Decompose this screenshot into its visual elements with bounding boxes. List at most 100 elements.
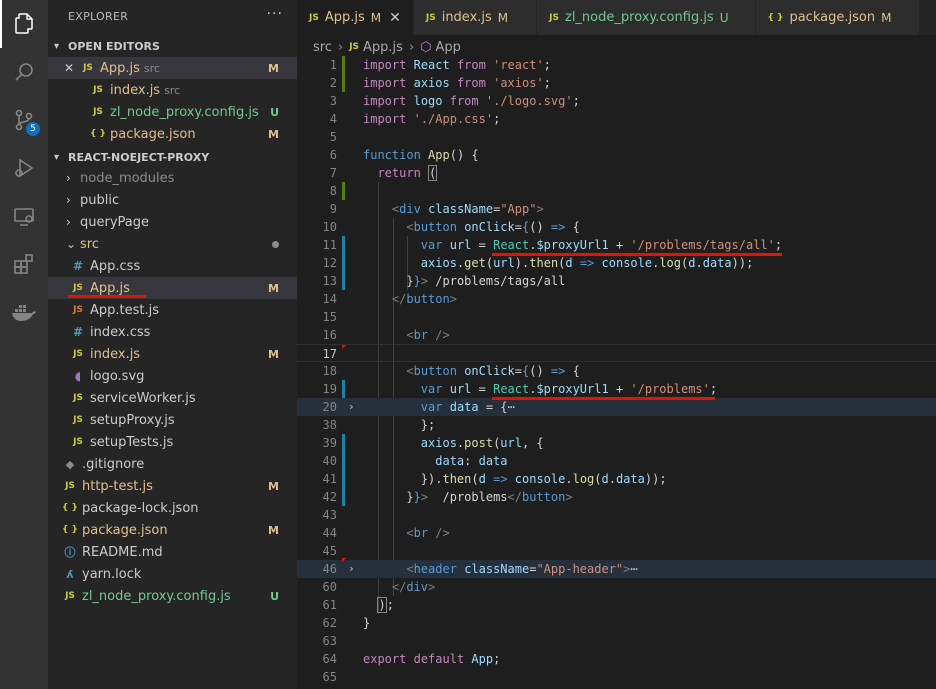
source-control-icon[interactable]: 5: [0, 96, 48, 144]
more-actions-icon[interactable]: ···: [267, 6, 283, 22]
code-line: 61 );: [322, 597, 394, 613]
css-file-icon: #: [72, 259, 84, 273]
code-line: 5: [329, 130, 337, 144]
open-editors-header[interactable]: ▾ OPEN EDITORS: [48, 35, 297, 57]
js-file-icon: JS: [73, 437, 83, 447]
close-icon[interactable]: ✕: [48, 61, 74, 75]
tree-item-folder[interactable]: › queryPage: [48, 211, 297, 233]
js-file-icon: JS: [73, 393, 83, 403]
chevron-right-icon: ›: [66, 171, 71, 185]
remote-explorer-icon[interactable]: [0, 192, 48, 240]
open-editor-item[interactable]: { } package.json M: [48, 123, 297, 145]
symbol-method-icon: ⬡: [420, 39, 432, 55]
code-line: 9 <div className="App">: [329, 202, 544, 216]
code-line: 1 import React from 'react';: [329, 56, 551, 74]
code-line: 63: [322, 634, 337, 648]
tree-item-file[interactable]: # App.css: [48, 255, 297, 277]
tree-item-file[interactable]: JS http-test.js M: [48, 475, 297, 497]
diff-gutter-changed: [342, 272, 345, 290]
js-file-icon: JS: [425, 12, 436, 23]
code-line: 6 function App() {: [329, 148, 479, 162]
chevron-down-icon: ⌄: [66, 237, 77, 251]
tree-item-file[interactable]: JS serviceWorker.js: [48, 387, 297, 409]
js-file-icon: JS: [93, 107, 103, 117]
code-line: 44 <br />: [322, 526, 450, 540]
open-editor-item[interactable]: JS zl_node_proxy.config.js U: [48, 101, 297, 123]
js-file-icon: JS: [349, 42, 360, 52]
json-file-icon: { }: [62, 503, 78, 513]
diff-gutter-changed: [342, 236, 345, 254]
code-line: 11 var url = React.$proxyUrl1 + '/proble…: [322, 236, 783, 254]
diff-gutter-changed: [342, 434, 345, 452]
tree-item-file[interactable]: JS App.test.js: [48, 299, 297, 321]
diff-gutter-changed: [342, 380, 345, 398]
run-debug-icon[interactable]: [0, 144, 48, 192]
chevron-right-icon[interactable]: ›: [348, 398, 355, 416]
code-line: 45: [322, 544, 337, 558]
chevron-down-icon: ▾: [54, 151, 60, 163]
breadcrumb-file[interactable]: App.js: [363, 40, 403, 55]
chevron-right-icon: ›: [337, 39, 344, 55]
code-line: 16 <br />: [322, 328, 450, 342]
js-file-icon: JS: [83, 63, 93, 73]
code-line: 13 }}> /problems/tags/all: [322, 272, 566, 290]
js-file-icon: JS: [65, 591, 75, 601]
code-line: 8: [297, 182, 936, 200]
code-line-current: 17: [297, 344, 936, 362]
chevron-right-icon: ›: [408, 39, 415, 55]
tree-item-file[interactable]: JS zl_node_proxy.config.js U: [48, 585, 297, 607]
tree-item-file[interactable]: JS setupTests.js: [48, 431, 297, 453]
code-editor[interactable]: 1 import React from 'react'; 2 import axio…: [297, 56, 936, 689]
tree-item-file[interactable]: JS index.js M: [48, 343, 297, 365]
code-line: 15: [322, 310, 337, 324]
svg-file-icon: ◖: [74, 369, 82, 383]
tab-zl-node-proxy-config[interactable]: JS zl_node_proxy.config.js U: [537, 0, 756, 35]
files-icon[interactable]: [0, 0, 48, 48]
tab-index-js[interactable]: JS index.js M: [413, 0, 538, 35]
test-js-file-icon: JS: [73, 305, 83, 315]
code-line: 3 import logo from './logo.svg';: [329, 94, 580, 108]
code-line: 39 axios.post(url, {: [322, 434, 544, 452]
tree-item-file[interactable]: ⓘ README.md: [48, 541, 297, 563]
tree-item-file[interactable]: { } package-lock.json: [48, 497, 297, 519]
tree-item-file[interactable]: ʎ yarn.lock: [48, 563, 297, 585]
editor-tabs: JS App.js M ✕ JS index.js M JS zl_node_p…: [297, 0, 936, 35]
red-underline: [68, 295, 146, 298]
tree-item-folder[interactable]: › node_modules: [48, 167, 297, 189]
tab-package-json[interactable]: { } package.json M: [755, 0, 921, 35]
tree-item-file[interactable]: ◆ .gitignore: [48, 453, 297, 475]
tree-item-file[interactable]: JS setupProxy.js: [48, 409, 297, 431]
open-editor-item[interactable]: JS index.js src: [48, 79, 297, 101]
breadcrumb-symbol[interactable]: App: [436, 40, 461, 55]
breadcrumb-folder[interactable]: src: [313, 40, 332, 55]
code-line: 2 import axios from 'axios';: [329, 74, 551, 92]
tree-item-folder[interactable]: › public: [48, 189, 297, 211]
chevron-right-icon: ›: [66, 215, 71, 229]
docker-icon[interactable]: [0, 288, 48, 336]
diff-gutter-changed: [342, 488, 345, 506]
yarn-icon: ʎ: [66, 567, 74, 581]
diff-gutter-added: [342, 182, 345, 200]
modified-dot-icon: [272, 240, 279, 248]
tree-item-file[interactable]: { } package.json M: [48, 519, 297, 541]
diff-gutter-added: [342, 56, 345, 74]
tree-item-folder[interactable]: ⌄ src: [48, 233, 297, 255]
json-file-icon: { }: [767, 12, 784, 23]
code-line: 40 data: data: [322, 452, 508, 470]
css-file-icon: #: [72, 325, 84, 339]
tab-app-js[interactable]: JS App.js M ✕: [297, 0, 414, 35]
explorer-sidebar: EXPLORER ··· ▾ OPEN EDITORS ✕ JS App.js …: [48, 0, 297, 689]
extensions-icon[interactable]: [0, 240, 48, 288]
close-icon[interactable]: ✕: [389, 10, 401, 26]
open-editor-item[interactable]: ✕ JS App.js src M: [48, 57, 297, 79]
js-file-icon: JS: [65, 481, 75, 491]
code-line: 41 }).then(d => console.log(d.data));: [322, 470, 667, 488]
tree-item-file[interactable]: # index.css: [48, 321, 297, 343]
code-line: 64 export default App;: [322, 652, 501, 666]
red-underline: [492, 397, 715, 400]
project-header[interactable]: ▾ REACT-NOEJECT-PROXY: [48, 146, 297, 168]
tree-item-file[interactable]: ◖ logo.svg: [48, 365, 297, 387]
search-icon[interactable]: [0, 48, 48, 96]
chevron-right-icon[interactable]: ›: [348, 560, 355, 578]
info-icon: ⓘ: [64, 546, 76, 559]
